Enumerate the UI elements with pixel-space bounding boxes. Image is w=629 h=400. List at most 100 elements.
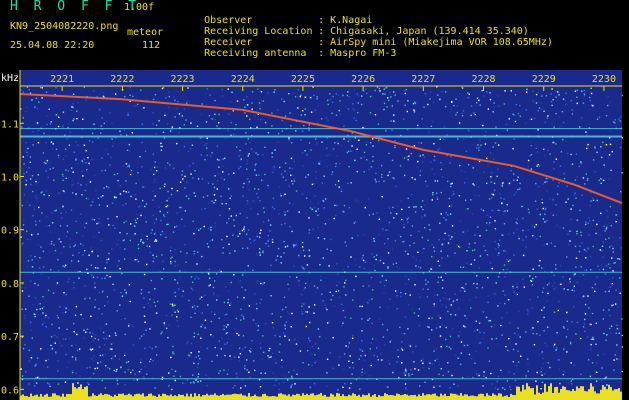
noise-dot [336,155,338,157]
noise-dot [459,290,462,292]
noise-dot [308,285,311,288]
noise-dot [457,385,459,387]
noise-dot [144,264,146,266]
noise-dot [143,333,145,336]
noise-dot [50,269,52,271]
noise-dot [475,320,477,322]
noise-dot [396,307,398,310]
noise-dot [416,166,418,168]
noise-dot [452,300,455,302]
noise-dot [142,199,144,202]
noise-dot [566,185,568,187]
noise-dot [230,195,233,197]
noise-dot [428,326,430,328]
noise-dot [144,365,146,368]
noise-dot [186,181,188,183]
noise-dot [438,147,441,150]
noise-dot [94,282,96,284]
noise-dot [429,161,432,163]
noise-dot [531,307,534,309]
noise-dot [541,367,543,369]
noise-dot [214,222,217,224]
noise-dot [201,178,204,180]
noise-dot [187,150,189,152]
noise-dot [229,355,231,357]
noise-dot [174,249,176,251]
noise-dot [417,369,420,371]
noise-dot [124,384,126,386]
noise-dot [262,250,264,252]
noise-dot [563,370,565,373]
noise-dot [100,361,102,363]
noise-dot [76,110,78,112]
noise-dot [171,129,173,131]
noise-dot [64,264,67,266]
noise-dot [233,219,235,221]
noise-dot [285,306,287,308]
noise-dot [104,387,107,389]
noise-dot [373,237,375,240]
noise-dot [374,89,376,92]
noise-dot [340,188,342,190]
noise-floor-bar [66,394,68,400]
noise-dot [339,356,341,358]
noise-dot [514,379,517,382]
noise-dot [512,348,515,351]
noise-dot [270,356,272,358]
noise-dot [596,151,598,154]
noise-dot [51,323,53,326]
noise-dot [78,252,80,254]
noise-dot [433,250,436,252]
noise-floor-bar [154,395,156,400]
noise-dot [395,290,397,292]
noise-dot [425,283,427,285]
noise-dot [508,192,510,194]
noise-dot [208,268,210,270]
noise-floor-bar [222,393,224,400]
noise-dot [401,362,403,364]
noise-dot [382,262,385,264]
noise-dot [120,318,122,321]
noise-dot [161,376,164,379]
noise-dot [71,179,74,181]
noise-dot [379,281,382,283]
noise-floor-bar [506,395,508,400]
noise-dot [497,243,499,245]
noise-dot [605,115,608,117]
noise-dot [96,276,99,279]
noise-dot [178,150,180,152]
noise-dot [264,121,267,124]
noise-dot [423,247,425,250]
noise-dot [445,338,447,341]
noise-dot [257,153,259,156]
noise-floor-bar [194,393,196,400]
noise-dot [281,130,284,132]
noise-dot [522,254,525,257]
noise-dot [168,197,170,199]
noise-dot [164,114,166,117]
noise-dot [206,147,208,149]
noise-dot [612,270,614,272]
noise-dot [418,293,420,295]
noise-dot [108,335,111,337]
noise-dot [163,215,166,218]
noise-dot [343,125,345,127]
noise-dot [176,316,178,318]
noise-dot [124,371,126,373]
noise-dot [229,252,231,254]
noise-dot [410,152,412,155]
noise-dot [259,105,261,107]
noise-dot [65,211,67,213]
noise-dot [246,104,249,106]
noise-dot [527,208,530,211]
noise-dot [294,338,296,340]
noise-dot [149,251,152,254]
noise-dot [553,288,555,290]
noise-dot [498,209,501,212]
noise-dot [152,360,154,362]
noise-dot [580,117,583,119]
noise-dot [34,220,37,223]
noise-dot [417,315,420,317]
noise-dot [279,343,281,345]
noise-dot [167,162,169,164]
